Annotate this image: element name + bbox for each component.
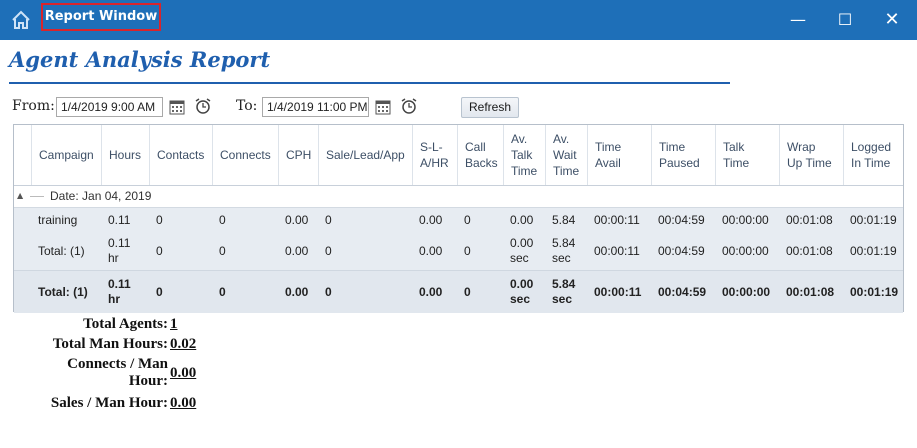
page-title: Agent Analysis Report [9, 47, 271, 72]
column-header-campaign[interactable]: Campaign [31, 125, 100, 185]
cell-avg-talk-time: 0.00 [510, 213, 534, 227]
to-label: To: [236, 98, 258, 114]
cell-call-backs: 0 [464, 244, 471, 258]
group-label: Date: Jan 04, 2019 [50, 189, 152, 203]
from-label: From: [12, 98, 55, 114]
cell-campaign: training [38, 213, 78, 227]
cell-wrap-up-time: 00:01:08 [786, 244, 833, 258]
cell-sla-hr: 0.00 [419, 244, 443, 258]
cell-avg-wait-time: 5.84 [552, 213, 576, 227]
clock-icon[interactable] [194, 97, 212, 115]
cell-cph: 0.00 [285, 285, 309, 299]
cell-talk-time: 00:00:00 [722, 285, 771, 299]
clock-icon[interactable] [400, 97, 418, 115]
group-connector [30, 196, 44, 197]
total-agents-value[interactable]: 1 [170, 316, 178, 333]
cell-time-avail: 00:00:11 [594, 213, 640, 227]
maximize-icon[interactable]: ☐ [833, 8, 857, 32]
window-title: Report Window [41, 3, 161, 31]
column-header-connects[interactable]: Connects [212, 125, 278, 185]
group-row[interactable]: ▲ Date: Jan 04, 2019 [14, 186, 903, 208]
to-date-input[interactable]: 1/4/2019 11:00 PM [262, 97, 369, 117]
cell-campaign: Total: (1) [38, 244, 85, 258]
cell-wrap-up-time: 00:01:08 [786, 213, 833, 227]
cell-contacts: 0 [156, 285, 163, 299]
cell-sla-hr: 0.00 [419, 285, 443, 299]
cell-avg-wait-time: 5.84 sec [552, 277, 576, 306]
cell-hours: 0.11 [108, 213, 131, 227]
cell-contacts: 0 [156, 213, 163, 227]
cell-sla-hr: 0.00 [419, 213, 443, 227]
group-total-row[interactable]: Total: (1) 0.11 hr 0 0 0.00 0 0.00 0 0.0… [14, 232, 903, 270]
cell-call-backs: 0 [464, 213, 471, 227]
column-header-talk-time[interactable]: Talk Time [715, 125, 779, 185]
cell-time-paused: 00:04:59 [658, 285, 707, 299]
from-date-input[interactable]: 1/4/2019 9:00 AM [56, 97, 163, 117]
column-header-time-paused[interactable]: Time Paused [651, 125, 715, 185]
cell-talk-time: 00:00:00 [722, 213, 769, 227]
sales-per-man-hour-value[interactable]: 0.00 [170, 395, 196, 412]
total-agents-label: Total Agents: [83, 316, 168, 332]
cell-cph: 0.00 [285, 244, 309, 258]
connects-per-man-hour-label: Connects / Man Hour: [67, 356, 168, 389]
cell-hours: 0.11 hr [108, 277, 131, 306]
calendar-icon[interactable] [168, 98, 186, 116]
report-grid: Campaign Hours Contacts Connects CPH Sal… [13, 124, 904, 313]
cell-avg-wait-time: 5.84 sec [552, 236, 576, 265]
column-header-sla-hr[interactable]: S-L-A/HR [412, 125, 457, 185]
cell-time-paused: 00:04:59 [658, 244, 705, 258]
cell-sale-lead-app: 0 [325, 213, 332, 227]
cell-logged-in-time: 00:01:19 [850, 285, 899, 299]
cell-cph: 0.00 [285, 213, 309, 227]
cell-time-paused: 00:04:59 [658, 213, 705, 227]
total-man-hours-label: Total Man Hours: [52, 336, 168, 352]
column-header-contacts[interactable]: Contacts [149, 125, 212, 185]
connects-per-man-hour-value[interactable]: 0.00 [170, 365, 196, 382]
calendar-icon[interactable] [374, 98, 392, 116]
refresh-button[interactable]: Refresh [461, 97, 519, 118]
cell-connects: 0 [219, 285, 226, 299]
cell-connects: 0 [219, 244, 226, 258]
title-divider [9, 82, 730, 84]
column-header-sale-lead-app[interactable]: Sale/Lead/App [318, 125, 412, 185]
table-row[interactable]: training 0.11 0 0 0.00 0 0.00 0 0.00 5.8… [14, 208, 903, 232]
cell-sale-lead-app: 0 [325, 244, 332, 258]
home-icon[interactable] [10, 9, 32, 31]
collapse-icon[interactable]: ▲ [17, 191, 23, 200]
cell-campaign: Total: (1) [38, 285, 88, 299]
minimize-icon[interactable]: — [786, 8, 810, 32]
column-header-cph[interactable]: CPH [278, 125, 318, 185]
column-header-hours[interactable]: Hours [101, 125, 149, 185]
title-bar: Report Window — ☐ ✕ [0, 0, 917, 40]
column-header-time-avail[interactable]: Time Avail [587, 125, 651, 185]
column-header-wrap-up-time[interactable]: Wrap Up Time [779, 125, 843, 185]
grand-total-row[interactable]: Total: (1) 0.11 hr 0 0 0.00 0 0.00 0 0.0… [14, 270, 903, 313]
total-man-hours-value[interactable]: 0.02 [170, 336, 196, 353]
cell-contacts: 0 [156, 244, 163, 258]
cell-avg-talk-time: 0.00 sec [510, 236, 534, 265]
close-icon[interactable]: ✕ [880, 8, 904, 32]
column-header-avg-talk-time[interactable]: Av. Talk Time [503, 125, 545, 185]
cell-logged-in-time: 00:01:19 [850, 244, 897, 258]
cell-sale-lead-app: 0 [325, 285, 332, 299]
column-header-call-backs[interactable]: Call Backs [457, 125, 503, 185]
cell-talk-time: 00:00:00 [722, 244, 769, 258]
cell-time-avail: 00:00:11 [594, 244, 640, 258]
cell-time-avail: 00:00:11 [594, 285, 642, 299]
cell-wrap-up-time: 00:01:08 [786, 285, 835, 299]
column-header-logged-in-time[interactable]: Logged In Time [843, 125, 903, 185]
cell-avg-talk-time: 0.00 sec [510, 277, 534, 306]
cell-connects: 0 [219, 213, 226, 227]
sales-per-man-hour-label: Sales / Man Hour: [50, 395, 168, 411]
cell-logged-in-time: 00:01:19 [850, 213, 897, 227]
cell-hours: 0.11 hr [108, 236, 131, 265]
cell-call-backs: 0 [464, 285, 471, 299]
grid-header: Campaign Hours Contacts Connects CPH Sal… [14, 125, 903, 186]
column-header-avg-wait-time[interactable]: Av. Wait Time [545, 125, 587, 185]
